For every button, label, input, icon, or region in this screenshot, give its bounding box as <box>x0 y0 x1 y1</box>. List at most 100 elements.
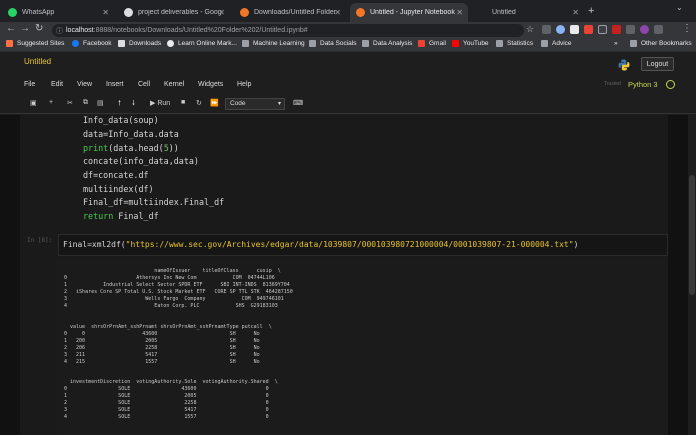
move-down-icon[interactable]: 🠗 <box>132 99 135 110</box>
output-line: 0 SOLE 43600 0 <box>64 386 269 392</box>
extension-icon[interactable] <box>626 25 635 34</box>
address-bar[interactable]: ⓘ localhost:8888/notebooks/Downloads/Unt… <box>52 24 524 37</box>
logout-button[interactable]: Logout <box>641 57 674 71</box>
bookmark-item[interactable]: Data Analysis <box>362 40 412 47</box>
output-line: 1 200 2005 SH No <box>64 338 260 344</box>
notebook-container: Info_data(soup) data=Info_data.data prin… <box>0 115 696 435</box>
cut-icon[interactable]: ✂ <box>67 99 73 107</box>
page-scrollbar[interactable] <box>688 115 696 435</box>
menu-file[interactable]: File <box>24 81 35 88</box>
run-button[interactable]: ▶ Run <box>150 99 170 107</box>
code-keyword: print <box>83 143 109 153</box>
code-line[interactable]: df=concate.df <box>83 170 149 180</box>
folder-icon <box>496 40 503 47</box>
bookmark-item[interactable]: Advice <box>541 40 572 47</box>
copy-icon[interactable]: ⧉ <box>83 99 88 107</box>
puzzle-icon[interactable] <box>654 25 663 34</box>
menu-view[interactable]: View <box>77 81 92 88</box>
code-line[interactable]: Final=xml2df("https://www.sec.gov/Archiv… <box>63 240 578 249</box>
close-icon[interactable]: ✕ <box>572 8 579 17</box>
extension-icon[interactable] <box>598 25 607 34</box>
bookmark-item[interactable]: Other Bookmarks <box>630 40 692 47</box>
menu-edit[interactable]: Edit <box>51 81 63 88</box>
more-menu-icon[interactable]: ⋮ <box>682 23 692 34</box>
fast-forward-icon[interactable]: ⏩ <box>210 99 219 107</box>
code-line[interactable]: print(data.head(5)) <box>83 143 179 153</box>
code-number: 5 <box>163 143 169 153</box>
bookmark-item[interactable]: Machine Learning <box>242 40 305 47</box>
close-icon[interactable]: ✕ <box>456 8 463 17</box>
bookmark-item[interactable]: Suggested Sites <box>6 40 64 47</box>
add-cell-icon[interactable]: + <box>49 99 53 106</box>
save-icon[interactable]: ▣ <box>30 99 37 107</box>
extension-icon[interactable] <box>556 25 565 34</box>
bookmark-item[interactable]: Learn Online Mark... <box>167 40 237 47</box>
output-line: investmentDiscretion votingAuthority.Sol… <box>64 379 278 385</box>
close-icon[interactable]: ✕ <box>102 8 109 17</box>
tab-whatsapp[interactable]: WhatsApp ✕ <box>2 3 114 22</box>
profile-avatar[interactable] <box>640 25 649 34</box>
bookmark-item[interactable]: Gmail <box>418 40 446 47</box>
bookmark-item[interactable]: Data Socials <box>309 40 357 47</box>
extension-icon[interactable] <box>542 25 551 34</box>
tab-search-icon[interactable]: ⌄ <box>676 3 683 12</box>
tab-downloads[interactable]: Downloads/Untitled Folder 2/ ✕ <box>234 3 346 22</box>
close-icon[interactable]: ✕ <box>334 8 341 17</box>
bookmark-item[interactable]: Statistics <box>496 40 533 47</box>
notebook-toolbar: ▣ + ✂ ⧉ ▤ 🠕 🠗 ▶ Run ■ ↻ ⏩ Code ▾ ⌨ <box>0 94 696 114</box>
chevron-down-icon: ▾ <box>277 101 281 107</box>
close-icon[interactable]: ✕ <box>218 8 225 17</box>
jupyter-icon <box>356 8 365 17</box>
menu-kernel[interactable]: Kernel <box>164 81 184 88</box>
code-text: Final_df=multiindex.Final_df <box>83 197 225 207</box>
bookmark-item[interactable]: Downloads <box>118 40 161 47</box>
output-line: 1 SOLE 2005 0 <box>64 393 269 399</box>
paste-icon[interactable]: ▤ <box>97 99 104 107</box>
back-icon[interactable]: ← <box>6 23 16 34</box>
menu-widgets[interactable]: Widgets <box>198 81 223 88</box>
tab-google-docs[interactable]: project deliverables - Google Docs ✕ <box>118 3 230 22</box>
browser-toolbar: ← → ↻ ⓘ localhost:8888/notebooks/Downloa… <box>0 22 696 38</box>
code-line[interactable]: concate(info_data,data) <box>83 156 199 166</box>
extension-icon[interactable] <box>612 25 621 34</box>
menu-help[interactable]: Help <box>237 81 251 88</box>
cell-prompt: In [8]: <box>27 237 53 244</box>
bookmark-star-icon[interactable]: ☆ <box>526 24 534 35</box>
code-text: data=Info_data.data <box>83 129 179 139</box>
bookmark-item[interactable]: YouTube <box>452 40 489 47</box>
python-logo-icon <box>618 59 630 71</box>
code-line[interactable]: data=Info_data.data <box>83 129 179 139</box>
move-up-icon[interactable]: 🠕 <box>118 99 121 110</box>
menu-insert[interactable]: Insert <box>106 81 124 88</box>
blank-page-icon <box>478 8 487 17</box>
output-line: 1 Industrial Select Sector SPDR ETF SBI … <box>64 282 290 288</box>
code-line[interactable]: Info_data(soup) <box>83 115 159 125</box>
new-tab-icon[interactable]: + <box>588 5 594 17</box>
keyboard-icon[interactable]: ⌨ <box>293 99 303 107</box>
bookmark-label: Statistics <box>507 40 534 47</box>
tab-jupyter-notebook[interactable]: Untitled - Jupyter Notebook ✕ <box>350 3 468 22</box>
forward-icon[interactable]: → <box>20 23 30 34</box>
code-text: ) <box>573 240 579 249</box>
reload-icon[interactable]: ↻ <box>35 23 43 34</box>
extension-icon[interactable] <box>570 25 579 34</box>
code-line[interactable]: return Final_df <box>83 211 159 221</box>
chevron-right-icon[interactable]: » <box>614 40 618 47</box>
trusted-indicator[interactable]: Trusted <box>604 81 621 87</box>
interrupt-icon[interactable]: ■ <box>181 99 185 106</box>
cell-type-select[interactable]: Code ▾ <box>225 98 285 110</box>
restart-icon[interactable]: ↻ <box>196 99 202 107</box>
code-line[interactable]: multiindex(df) <box>83 184 154 194</box>
notebook-name[interactable]: Untitled <box>24 57 51 66</box>
tab-untitled[interactable]: Untitled ✕ <box>472 3 584 22</box>
jupyter-header: Untitled Logout <box>0 52 696 76</box>
code-line[interactable]: Final_df=multiindex.Final_df <box>83 197 224 207</box>
info-icon[interactable]: ⓘ <box>56 26 63 36</box>
output-line: 0 0 43600 SH No <box>64 331 260 337</box>
bookmark-item[interactable]: Facebook <box>72 40 112 47</box>
kernel-name[interactable]: Python 3 <box>628 80 658 89</box>
scrollbar-thumb[interactable] <box>689 175 695 295</box>
menu-cell[interactable]: Cell <box>138 81 150 88</box>
extension-icon[interactable] <box>584 25 593 34</box>
youtube-icon <box>452 40 459 47</box>
